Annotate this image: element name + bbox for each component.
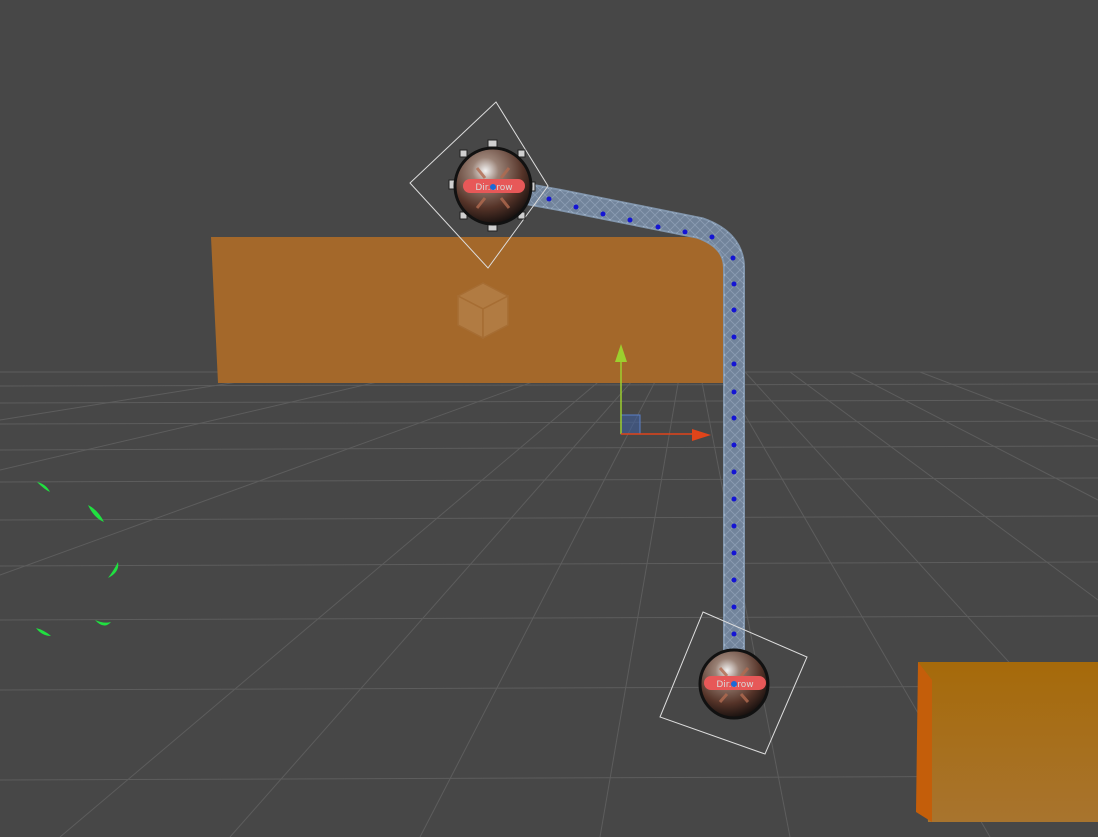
gizmo-x-arrow[interactable] — [692, 429, 711, 441]
particles[interactable] — [36, 482, 119, 636]
orange-cube-right[interactable] — [916, 662, 1098, 822]
particle — [95, 620, 111, 626]
scene-view[interactable]: Dir...row Dir...row — [0, 0, 1098, 837]
particle — [108, 562, 119, 578]
particle — [36, 628, 51, 636]
orange-cube[interactable] — [211, 237, 728, 383]
gizmo-xz-plane-handle[interactable] — [620, 414, 641, 435]
particle — [37, 482, 50, 492]
